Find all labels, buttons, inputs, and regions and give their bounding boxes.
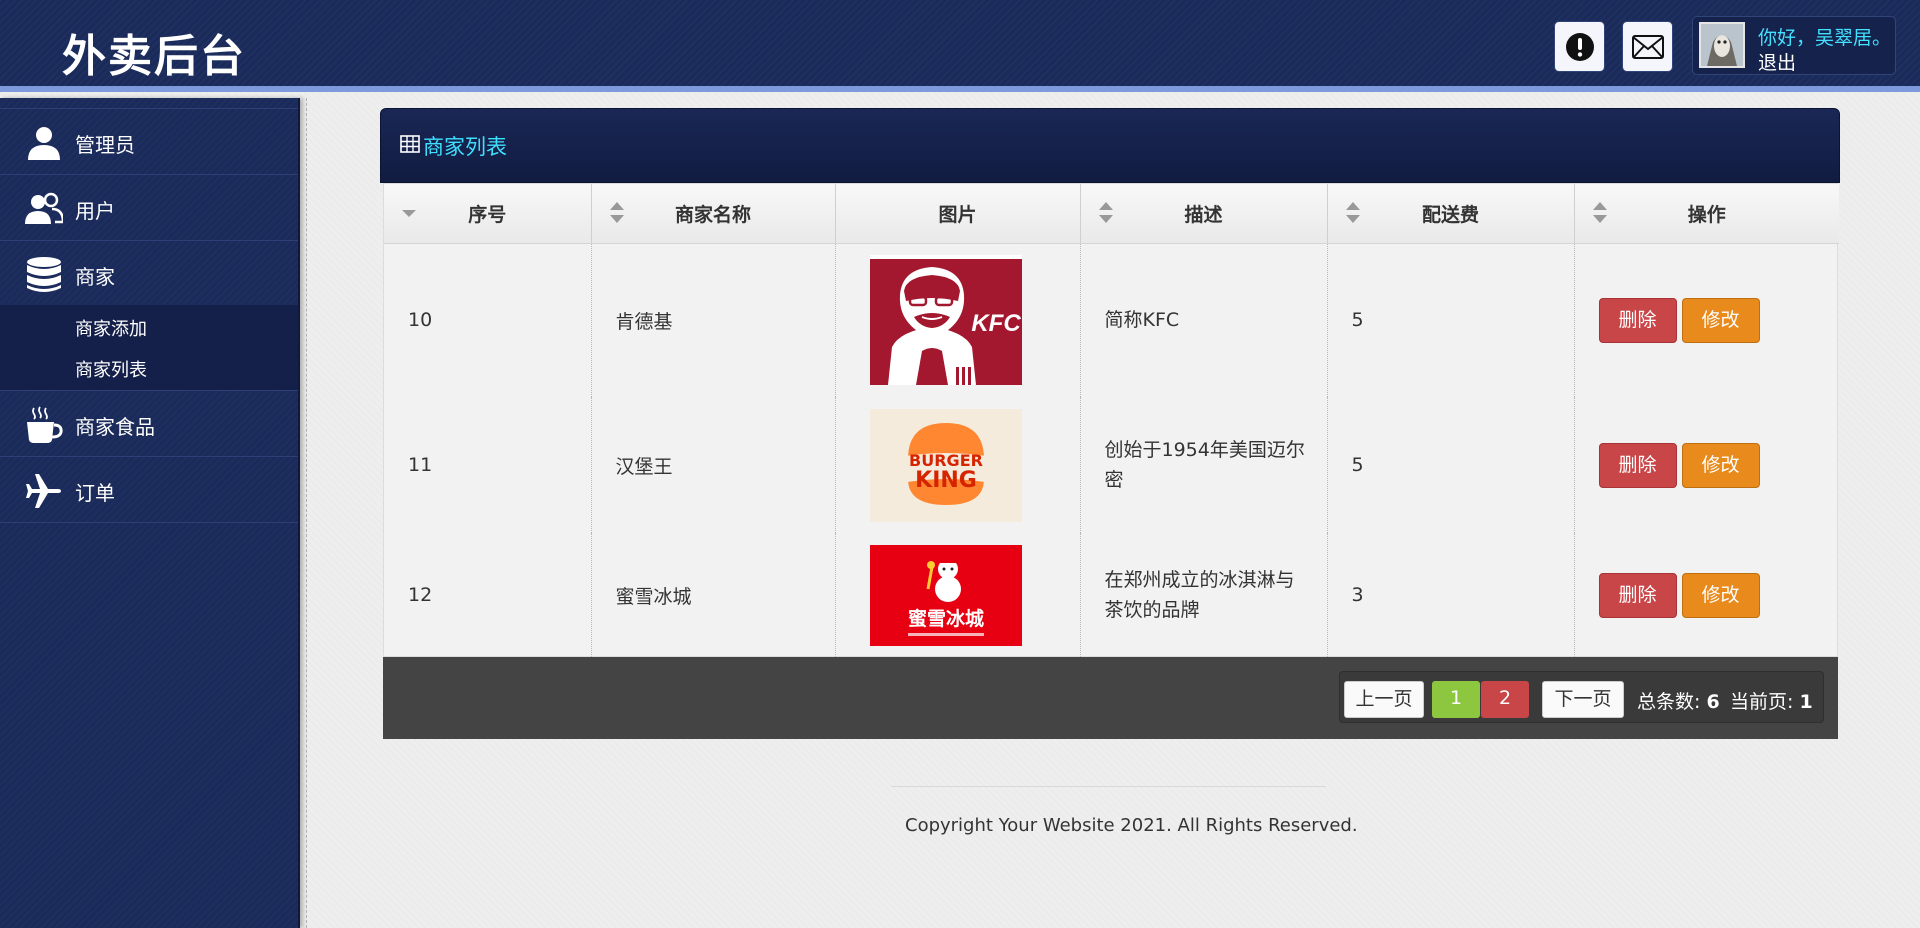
page-button-1[interactable]: 1	[1432, 681, 1480, 718]
cell-image: BURGER KING	[835, 397, 1081, 533]
table-row: 12 蜜雪冰城 蜜雪冰城 在郑州成立的冰淇淋与茶饮的品牌 3 删除 修改	[384, 533, 1839, 657]
cell-desc: 简称KFC	[1080, 243, 1328, 397]
cell-actions: 删除 修改	[1574, 533, 1839, 657]
sort-desc-icon	[402, 210, 416, 217]
sort-both-icon	[1098, 202, 1113, 223]
messages-button[interactable]	[1622, 21, 1673, 72]
column-header-name[interactable]: 商家名称	[591, 184, 836, 244]
edit-button[interactable]: 修改	[1681, 442, 1760, 488]
panel-title: 商家列表	[423, 135, 507, 159]
delete-button[interactable]: 删除	[1598, 442, 1677, 488]
sidebar-item-label: 订单	[75, 481, 115, 505]
delete-button[interactable]: 删除	[1598, 572, 1677, 618]
edit-button[interactable]: 修改	[1681, 572, 1760, 618]
table-row: 11 汉堡王 BURGER KING 创始于1954年美国迈尔密 5 删除 修改	[384, 397, 1839, 533]
next-page-button[interactable]: 下一页	[1542, 681, 1624, 718]
burger-king-logo-image: BURGER KING	[869, 408, 1022, 522]
airplane-icon	[26, 474, 61, 508]
submenu-item-merchant-list[interactable]: 商家列表	[75, 356, 147, 382]
submenu-item-add-merchant[interactable]: 商家添加	[75, 315, 147, 341]
logout-link[interactable]: 退出	[1758, 48, 1796, 75]
sidebar-item-label: 用户	[75, 199, 115, 223]
prev-page-button[interactable]: 上一页	[1344, 681, 1424, 718]
pagination: 上一页 1 2 下一页 总条数: 6 当前页: 1	[1339, 671, 1824, 723]
content-divider	[306, 98, 307, 928]
app-logo[interactable]: 外卖后台	[62, 20, 246, 84]
sidebar-item-label: 商家食品	[75, 415, 155, 439]
sidebar-item-admin[interactable]: 管理员	[0, 109, 298, 175]
column-header-image: 图片	[835, 184, 1081, 244]
sidebar-item-merchant[interactable]: 商家	[0, 241, 298, 307]
user-greeting: 你好，吴翠居。	[1758, 27, 1892, 49]
page-button-2[interactable]: 2	[1481, 681, 1529, 718]
column-header-actions[interactable]: 操作	[1574, 184, 1839, 244]
sort-both-icon	[1345, 202, 1360, 223]
avatar[interactable]	[1699, 22, 1745, 68]
pagination-bar: 上一页 1 2 下一页 总条数: 6 当前页: 1	[383, 657, 1838, 739]
cell-image: KFC	[835, 243, 1081, 397]
sidebar: 管理员 用户 商家 商家添加 商家列表 商家食品 订单	[0, 98, 300, 928]
footer-divider	[892, 786, 1326, 787]
svg-text:蜜雪冰城: 蜜雪冰城	[907, 607, 983, 630]
sort-both-icon	[1592, 202, 1607, 223]
cell-name: 蜜雪冰城	[591, 533, 836, 657]
database-icon	[27, 257, 61, 292]
cell-actions: 删除 修改	[1574, 243, 1839, 397]
alerts-button[interactable]	[1554, 21, 1605, 72]
column-header-id[interactable]: 序号	[384, 184, 592, 244]
delete-button[interactable]: 删除	[1598, 297, 1677, 343]
sort-both-icon	[609, 202, 624, 223]
cell-desc: 在郑州成立的冰淇淋与茶饮的品牌	[1080, 533, 1328, 657]
panel-header: 商家列表	[380, 108, 1840, 183]
kfc-logo-image: KFC	[869, 255, 1022, 386]
merchant-table: 序号 商家名称 图片 描述 配送费 操作 10 肯德基 KFC 简称KFC 5 …	[383, 183, 1839, 657]
cell-fee: 3	[1327, 533, 1575, 657]
merchant-submenu: 商家添加 商家列表	[0, 305, 298, 391]
edit-button[interactable]: 修改	[1681, 297, 1760, 343]
envelope-icon	[1631, 34, 1664, 59]
sidebar-item-orders[interactable]: 订单	[0, 457, 298, 523]
svg-text:KING: KING	[915, 468, 977, 493]
column-header-desc[interactable]: 描述	[1080, 184, 1328, 244]
sidebar-item-merchant-food[interactable]: 商家食品	[0, 391, 298, 457]
cell-fee: 5	[1327, 243, 1575, 397]
table-grid-icon	[400, 135, 420, 153]
sidebar-item-label: 管理员	[75, 133, 135, 157]
cell-fee: 5	[1327, 397, 1575, 533]
users-icon	[25, 192, 63, 224]
cell-image: 蜜雪冰城	[835, 533, 1081, 657]
coffee-cup-icon	[27, 406, 63, 443]
sidebar-item-users[interactable]: 用户	[0, 175, 298, 241]
cell-id: 12	[384, 533, 592, 657]
table-header-row: 序号 商家名称 图片 描述 配送费 操作	[384, 184, 1839, 244]
cell-id: 10	[384, 243, 592, 397]
top-header: 外卖后台 你好，吴翠居。 退出	[0, 0, 1920, 92]
table-row: 10 肯德基 KFC 简称KFC 5 删除 修改	[384, 243, 1839, 397]
current-page: 当前页: 1	[1730, 691, 1813, 713]
cell-name: 汉堡王	[591, 397, 836, 533]
exclamation-circle-icon	[1565, 32, 1594, 61]
user-icon	[28, 127, 60, 160]
copyright-text: Copyright Your Website 2021. All Rights …	[905, 815, 1358, 836]
cell-actions: 删除 修改	[1574, 397, 1839, 533]
column-header-fee[interactable]: 配送费	[1327, 184, 1575, 244]
total-count: 总条数: 6	[1637, 691, 1720, 713]
cell-desc: 创始于1954年美国迈尔密	[1080, 397, 1328, 533]
svg-text:KFC: KFC	[971, 310, 1021, 337]
cell-name: 肯德基	[591, 243, 836, 397]
avatar-image	[1701, 24, 1743, 66]
cell-id: 11	[384, 397, 592, 533]
sidebar-item-label: 商家	[75, 265, 115, 289]
user-menu[interactable]: 你好，吴翠居。 退出	[1692, 16, 1896, 75]
mixue-logo-image: 蜜雪冰城	[869, 544, 1022, 646]
